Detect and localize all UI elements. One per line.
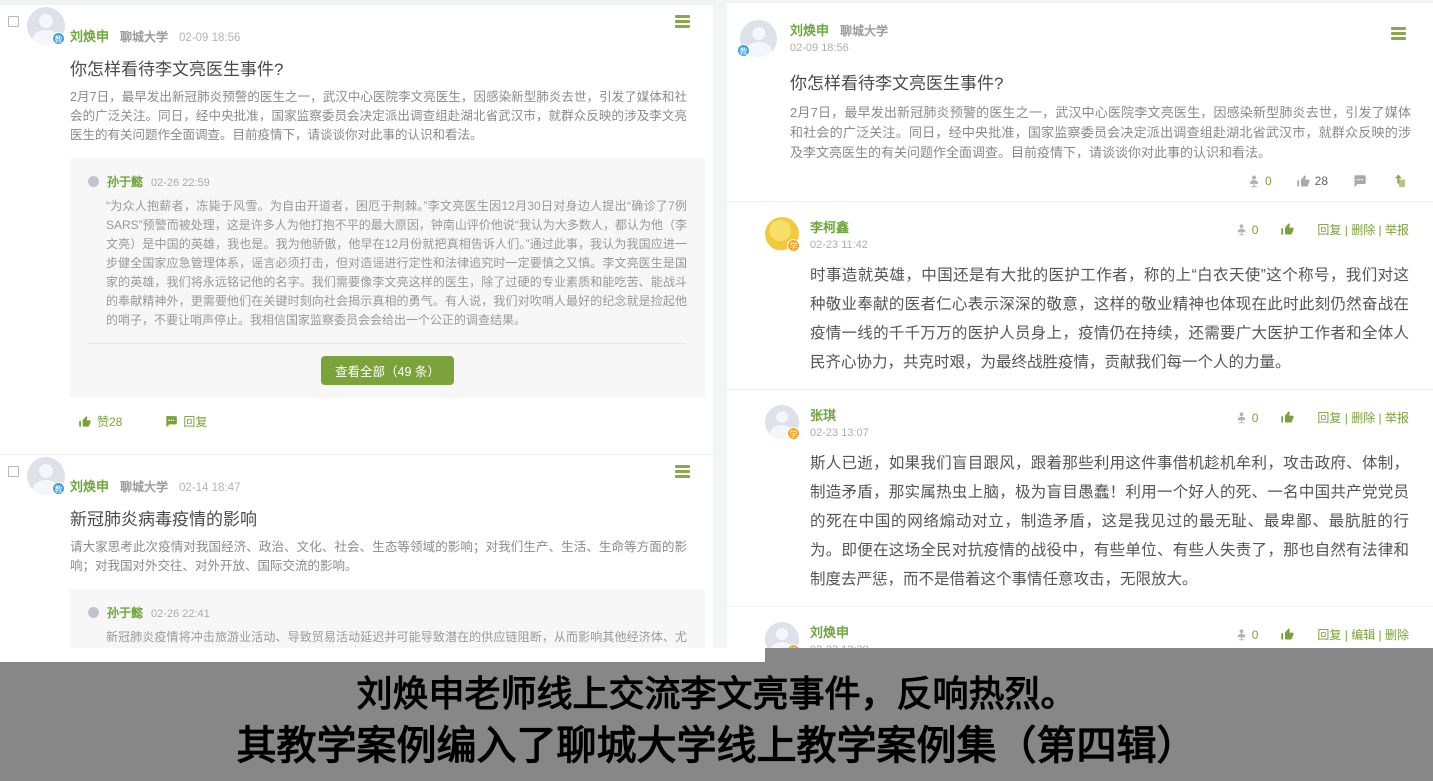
- reply-toolbar: 0 回复 | 删除 | 举报: [1235, 221, 1409, 238]
- teacher-badge: 教: [52, 32, 65, 45]
- person-icon: [1235, 628, 1248, 641]
- reply-text: 斯人已逝，如果我们盲目跟风，跟着那些利用这件事借机趁机牟利，攻击政府、体制，制造…: [810, 449, 1409, 594]
- thumbs-up-icon[interactable]: [1280, 410, 1295, 425]
- author-school: 聊城大学: [840, 22, 888, 39]
- replies-list: 学 李柯鑫 02-23 11:42 0 回复 | 删除 | 举报 时事造就英雄，…: [727, 201, 1433, 648]
- post-body: 2月7日，最早发出新冠肺炎预警的医生之一，武汉中心医院李文亮医生，因感染新型肺炎…: [790, 103, 1411, 163]
- comment-bubble-icon: [164, 415, 178, 429]
- like-label: 赞28: [97, 413, 122, 430]
- reply-item: 学 张琪 02-23 13:07 0 回复 | 删除 | 举报 斯人已逝，如果我…: [727, 389, 1433, 606]
- post-meta: 刘焕申 聊城大学 02-09 18:56: [790, 20, 1433, 54]
- comment-preview-box: 孙于懿 02-26 22:59 “为众人抱薪者，冻毙于风雪。为自由开道者，困厄于…: [70, 158, 705, 398]
- post-meta: 刘焕申 聊城大学 02-14 18:47: [70, 476, 713, 495]
- post-actions: 赞28 回复: [78, 413, 713, 432]
- post-title: 你怎样看待李文亮医生事件?: [790, 69, 1405, 94]
- reply-toolbar: 0 回复 | 删除 | 举报: [1235, 409, 1409, 426]
- followers-count: 0: [1265, 174, 1272, 188]
- reply-action-links[interactable]: 回复 | 编辑 | 删除: [1317, 626, 1409, 643]
- reply-followers-count: 0: [1252, 223, 1259, 237]
- author-name[interactable]: 刘焕申: [790, 20, 829, 39]
- like-button[interactable]: 赞28: [78, 413, 122, 430]
- post-time: 02-14 18:47: [179, 482, 240, 494]
- post-time: 02-09 18:56: [790, 42, 1433, 54]
- screenshot-stage: 教 刘焕申 聊城大学 02-09 18:56 你怎样看待李文亮医生事件? 2月7…: [0, 0, 1433, 781]
- reply-text: 时事造就英雄，中国还是有大批的医护工作者，称的上“白衣天使”这个称号，我们对这种…: [810, 261, 1409, 377]
- caption-line-1: 刘焕申老师线上交流李文亮事件，反响热烈。: [0, 672, 1433, 716]
- post-time: 02-09 18:56: [179, 32, 240, 44]
- reply-followers[interactable]: 0: [1235, 411, 1259, 425]
- post-item: 教 刘焕申 聊城大学 02-09 18:56 你怎样看待李文亮医生事件? 2月7…: [0, 5, 713, 432]
- post-title[interactable]: 新冠肺炎病毒疫情的影响: [70, 505, 685, 530]
- panel-divider: [713, 0, 727, 662]
- post-meta: 刘焕申 聊城大学 02-09 18:56: [70, 26, 713, 45]
- reply-followers-count: 0: [1252, 411, 1259, 425]
- thumbs-up-icon: [1296, 174, 1311, 189]
- person-icon: [1235, 223, 1248, 236]
- caption-line-2: 其教学案例编入了聊城大学线上教学案例集（第四辑）: [0, 722, 1433, 770]
- commenter-name[interactable]: 孙于懿: [107, 604, 143, 621]
- menu-icon[interactable]: [675, 15, 690, 31]
- menu-icon[interactable]: [1391, 27, 1406, 43]
- comment-meta: 孙于懿 02-26 22:41: [88, 604, 687, 621]
- commenter-name[interactable]: 孙于懿: [107, 173, 143, 190]
- reply-label: 回复: [183, 413, 207, 430]
- post-detail-panel: 教 刘焕申 聊城大学 02-09 18:56 你怎样看待李文亮医生事件? 2月7…: [727, 3, 1433, 648]
- caption-step: [0, 648, 765, 662]
- author-school: 聊城大学: [120, 28, 168, 45]
- post-checkbox[interactable]: [8, 16, 19, 27]
- reply-action-links[interactable]: 回复 | 删除 | 举报: [1317, 409, 1409, 426]
- reply-toolbar: 0 回复 | 编辑 | 删除: [1235, 626, 1409, 643]
- post-detail: 教 刘焕申 聊城大学 02-09 18:56 你怎样看待李文亮医生事件? 2月7…: [727, 3, 1433, 648]
- view-all-row: 查看全部（49 条）: [88, 343, 687, 385]
- likes-stat[interactable]: 28: [1296, 174, 1328, 189]
- comment-time: 02-26 22:41: [151, 608, 210, 620]
- thumbs-up-icon[interactable]: [1280, 222, 1295, 237]
- reply-button[interactable]: 回复: [164, 413, 207, 430]
- reply-item: 学 李柯鑫 02-23 11:42 0 回复 | 删除 | 举报 时事造就英雄，…: [727, 202, 1433, 389]
- reply-followers[interactable]: 0: [1235, 223, 1259, 237]
- likes-count: 28: [1315, 174, 1328, 188]
- teacher-badge: 教: [52, 482, 65, 495]
- student-badge: 学: [787, 239, 800, 252]
- author-name[interactable]: 刘焕申: [70, 476, 109, 495]
- post-title[interactable]: 你怎样看待李文亮医生事件?: [70, 55, 685, 80]
- comment-bubble-icon: [1352, 174, 1367, 189]
- reply-followers-count: 0: [1252, 628, 1259, 642]
- person-icon: [1235, 411, 1248, 424]
- comment-time: 02-26 22:59: [151, 177, 210, 189]
- share-stat[interactable]: [1391, 173, 1407, 189]
- comment-text: “为众人抱薪者，冻毙于风雪。为自由开道者，困厄于荆棘。”李文亮医生因12月30日…: [106, 197, 687, 330]
- author-name[interactable]: 刘焕申: [70, 26, 109, 45]
- followers-stat[interactable]: 0: [1247, 174, 1272, 188]
- thumbs-up-icon[interactable]: [1280, 627, 1295, 642]
- caption-band: 刘焕申老师线上交流李文亮事件，反响热烈。 其教学案例编入了聊城大学线上教学案例集…: [0, 648, 1433, 781]
- share-up-icon: [1391, 173, 1407, 189]
- reply-action-links[interactable]: 回复 | 删除 | 举报: [1317, 221, 1409, 238]
- student-badge: 学: [787, 427, 800, 440]
- post-item: 教 刘焕申 聊城大学 02-14 18:47 新冠肺炎病毒疫情的影响 请大家思考…: [0, 454, 713, 662]
- post-body: 请大家思考此次疫情对我国经济、政治、文化、社会、生态等领域的影响；对我们生产、生…: [70, 538, 687, 576]
- menu-icon[interactable]: [675, 465, 690, 481]
- post-body: 2月7日，最早发出新冠肺炎预警的医生之一，武汉中心医院李文亮医生，因感染新型肺炎…: [70, 88, 687, 145]
- teacher-badge: 教: [737, 44, 750, 57]
- reply-item: 教 刘焕申 02-23 13:39 0 回复 | 编辑 | 删除 说的好@李柯鑫…: [727, 606, 1433, 648]
- commenter-avatar: [88, 607, 99, 618]
- thumbs-up-icon: [78, 415, 92, 429]
- person-icon: [1247, 174, 1261, 188]
- view-all-button[interactable]: 查看全部（49 条）: [321, 356, 454, 385]
- comments-stat[interactable]: [1352, 174, 1367, 189]
- commenter-avatar: [88, 176, 99, 187]
- post-stats-row: 0 28: [727, 173, 1407, 189]
- post-checkbox[interactable]: [8, 466, 19, 477]
- comment-meta: 孙于懿 02-26 22:59: [88, 173, 687, 190]
- author-school: 聊城大学: [120, 478, 168, 495]
- reply-time: 02-23 13:07: [810, 427, 1409, 439]
- reply-followers[interactable]: 0: [1235, 628, 1259, 642]
- forum-posts-list-panel: 教 刘焕申 聊城大学 02-09 18:56 你怎样看待李文亮医生事件? 2月7…: [0, 5, 713, 662]
- reply-time: 02-23 11:42: [810, 239, 1409, 251]
